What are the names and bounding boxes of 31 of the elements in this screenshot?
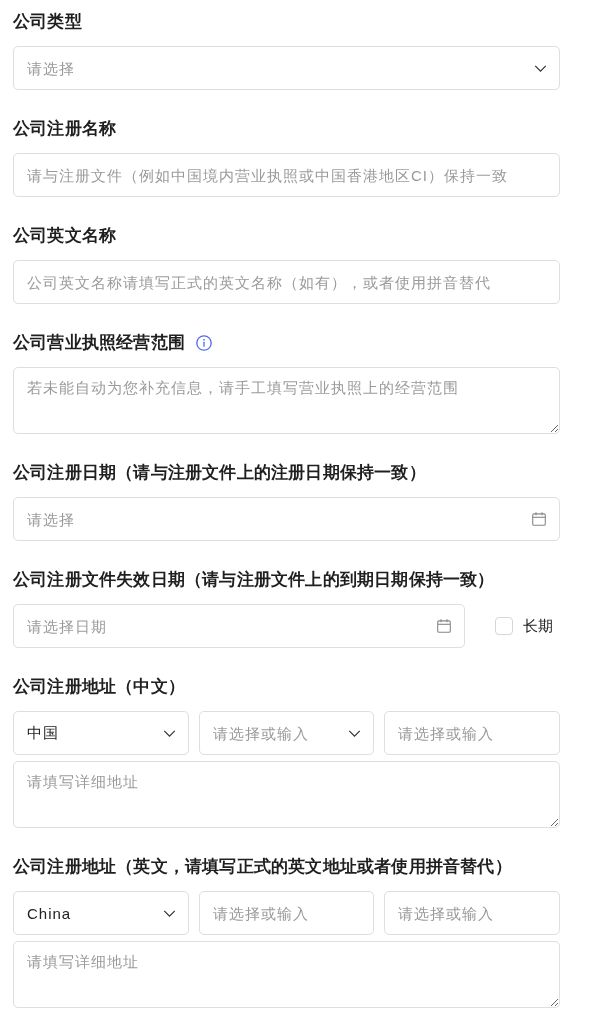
text-input[interactable]: 请选择或输入	[198, 891, 375, 935]
field-label: 公司营业执照经营范围	[13, 332, 185, 354]
date-field[interactable]: 请选择日期	[13, 604, 465, 648]
select-field[interactable]: 请选择	[13, 46, 560, 90]
chevron-down-icon[interactable]	[162, 910, 176, 917]
info-icon[interactable]	[196, 335, 212, 351]
checkbox-label[interactable]: 长期	[523, 616, 553, 636]
calendar-icon[interactable]	[532, 512, 546, 526]
field-label: 公司英文名称	[13, 225, 117, 247]
calendar-icon[interactable]	[437, 619, 451, 633]
chevron-down-icon[interactable]	[348, 730, 362, 737]
text-input[interactable]: 请与注册文件（例如中国境内营业执照或中国香港地区CI）保持一致	[13, 153, 560, 197]
select-field[interactable]: 请选择或输入	[198, 711, 375, 755]
chevron-down-icon[interactable]	[162, 730, 176, 737]
select-field[interactable]: 中国	[13, 711, 189, 755]
select-field[interactable]: China	[13, 891, 189, 935]
chevron-down-icon[interactable]	[534, 65, 547, 72]
textarea-field[interactable]: 请填写详细地址	[13, 941, 560, 1008]
field-label: 公司注册日期（请与注册文件上的注册日期保持一致）	[13, 462, 426, 484]
field-label: 公司注册地址（中文）	[13, 676, 185, 698]
date-field[interactable]: 请选择	[13, 497, 560, 541]
textarea-field[interactable]: 请填写详细地址	[13, 761, 560, 828]
text-input[interactable]: 公司英文名称请填写正式的英文名称（如有），或者使用拼音替代	[13, 260, 560, 304]
textarea-field[interactable]: 若未能自动为您补充信息，请手工填写营业执照上的经营范围	[13, 367, 560, 434]
field-label: 公司注册地址（英文，请填写正式的英文地址或者使用拼音替代）	[13, 856, 512, 878]
field-label: 公司注册文件失效日期（请与注册文件上的到期日期保持一致）	[13, 569, 495, 591]
text-input[interactable]: 请选择或输入	[384, 711, 560, 755]
checkbox[interactable]	[495, 617, 513, 635]
field-label: 公司类型	[13, 11, 82, 33]
field-label: 公司注册名称	[13, 118, 117, 140]
text-input[interactable]: 请选择或输入	[384, 891, 560, 935]
